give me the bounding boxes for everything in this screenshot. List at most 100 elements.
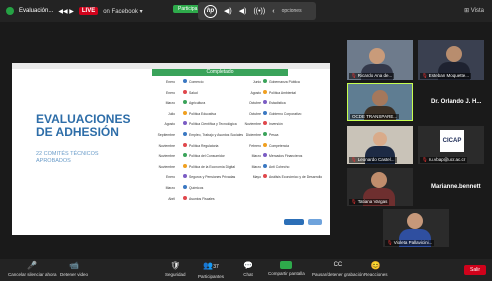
committee-row: Enero Seguros y Pensiones Privadas Mayo Aná…: [151, 172, 322, 183]
audio-icon[interactable]: ◀): [224, 7, 232, 15]
avatar: [369, 48, 385, 64]
organization-logo-2: [308, 219, 322, 225]
committee-row: Noviembre Política de la Economía Digital…: [151, 162, 321, 173]
committee-icon: [263, 142, 267, 147]
meeting-label: Evaluación...: [19, 8, 54, 14]
committee-icon: [183, 121, 187, 126]
committee-date: Noviembre: [158, 164, 175, 169]
committee-icon: [263, 110, 267, 115]
committee-icon: [183, 131, 187, 136]
committee-date: Noviembre: [158, 154, 175, 159]
slide-title: EVALUACIONES DE ADHESIÓN: [36, 112, 131, 139]
committee-icon: [263, 89, 267, 94]
committee-icon: [263, 131, 267, 136]
committee-name: Competencia: [269, 143, 289, 148]
slide-subtitle: 22 COMITÉS TÉCNICOS APROBADOS: [36, 151, 99, 164]
status-icon: [6, 7, 14, 15]
committee-row: Septiembre Empleo, Trabajo y Asuntos Soci…: [151, 130, 321, 141]
committee-date: Junio: [252, 80, 261, 84]
participant-name: 🎙Violeta Pallavicini...: [385, 240, 435, 246]
committee-date: Septiembre: [157, 132, 175, 137]
committee-name: Pesca: [269, 132, 279, 137]
committee-date: Enero: [165, 80, 175, 84]
committee-icon: [263, 121, 267, 126]
avatar: [373, 132, 387, 146]
committee-icon: [183, 163, 187, 168]
participant-tile[interactable]: CICAP 🎙ru.vbap@ucr.ac.cr: [418, 126, 484, 164]
leave-button[interactable]: Salir: [463, 265, 486, 275]
committee-date: Enero: [165, 175, 175, 180]
muted-mic-icon: 🎙: [422, 73, 428, 78]
cicap-logo: CICAP: [440, 130, 464, 152]
microphone-icon: 🎤: [27, 261, 38, 270]
reactions-button[interactable]: 😊 Reacciones: [364, 261, 388, 277]
unmute-button[interactable]: 🎤 Cancelar silenciar ahora: [8, 261, 57, 277]
shield-icon: 🛡: [170, 261, 181, 270]
playback-controls[interactable]: ◀◀ ▶: [58, 8, 74, 15]
volume-icon[interactable]: ◀): [239, 7, 247, 15]
muted-mic-icon: 🎙: [351, 199, 357, 204]
avatar: [446, 46, 462, 62]
stop-video-button[interactable]: 📹 Detener video: [60, 261, 88, 277]
committee-date: Noviembre: [244, 122, 261, 127]
view-button[interactable]: ⊞ Vista: [464, 7, 484, 14]
options-label[interactable]: opciones: [282, 8, 302, 14]
committee-name: Mercados Financieros: [269, 154, 303, 159]
committee-name: Política de la Economía Digital: [189, 164, 235, 169]
participant-tile[interactable]: 🎙Leonardo Castel...: [347, 126, 413, 164]
participant-tile[interactable]: 🎙Violeta Pallavicini...: [383, 209, 449, 247]
committee-icon: [183, 184, 187, 189]
meeting-controls: 🎤 Cancelar silenciar ahora 📹 Detener video…: [0, 259, 492, 281]
avatar: [372, 90, 388, 106]
record-button[interactable]: CC Pausar/detener grabación: [312, 261, 364, 277]
share-screen-icon: [280, 261, 293, 269]
committee-icon: [263, 153, 267, 158]
participant-name-card[interactable]: Marianne.bennett: [431, 184, 481, 190]
committee-date: Febrero: [249, 143, 261, 148]
participant-name: 🎙Esteban Moquette...: [420, 73, 471, 79]
committee-icon: [263, 163, 267, 168]
chat-icon: 💬: [243, 261, 253, 270]
chat-button[interactable]: 💬 Chat: [243, 261, 253, 277]
muted-mic-icon: 🎙: [351, 73, 357, 78]
security-button[interactable]: 🛡 Seguridad: [165, 261, 186, 277]
committee-name: Seguros y Pensiones Privadas: [189, 175, 236, 180]
committee-icon: [263, 100, 267, 105]
committee-icon: [263, 174, 267, 179]
platform-label[interactable]: on Facebook ▾: [103, 8, 142, 15]
committee-date: Agosto: [250, 90, 261, 95]
shared-slide: Completado EVALUACIONES DE ADHESIÓN 22 C…: [12, 63, 330, 235]
smiley-icon: 😊: [370, 261, 381, 270]
committee-date: Abril: [168, 196, 175, 201]
committee-name: Política Regulatoria: [189, 143, 219, 148]
committee-row: Noviembre Política del Consumidor Marzo Mer…: [151, 151, 321, 162]
people-icon: 👥37: [203, 261, 219, 270]
live-badge: LIVE: [78, 7, 99, 15]
committee-row: Agosto Política Científica y Tecnológica N…: [151, 119, 321, 130]
committee-name: Política del Consumidor: [189, 154, 225, 159]
committee-date: Marzo: [251, 164, 261, 169]
participant-name-card[interactable]: Dr. Orlando J. H...: [431, 99, 481, 105]
committee-date: Marzo: [165, 185, 175, 190]
participant-tile[interactable]: 🎙Esteban Moquette...: [418, 40, 484, 80]
participant-tile-active[interactable]: OCDE TRANSPARE...: [347, 83, 413, 121]
committee-icon: [183, 174, 187, 179]
committee-date: Diciembre: [245, 132, 261, 137]
committee-name: Anti Cohecho: [269, 164, 290, 169]
participant-tile[interactable]: 🎙Tatiana Vargas: [347, 168, 413, 206]
participant-name: 🎙Tatiana Vargas: [349, 199, 390, 205]
participant-gallery: 🎙Ricardo Ana de... 🎙Esteban Moquette... …: [347, 40, 492, 248]
committee-icon: [183, 79, 187, 83]
committee-name: Política Científica y Tecnológica: [189, 122, 237, 127]
committee-icon: [183, 153, 187, 158]
broadcast-icon[interactable]: ((•)): [253, 8, 265, 15]
committee-row: Marzo Agricultura Octubre Estadística: [151, 98, 321, 109]
committee-icon: [183, 89, 187, 94]
committee-date: Mayo: [252, 175, 261, 180]
participants-button[interactable]: 👥37 Participantes: [198, 261, 224, 279]
share-screen-button[interactable]: Compartir pantalla: [268, 261, 305, 276]
committee-date: Agosto: [164, 122, 175, 127]
participant-tile[interactable]: 🎙Ricardo Ana de...: [347, 40, 413, 80]
chevron-left-icon[interactable]: ‹: [272, 8, 274, 15]
committee-name: Estadística: [269, 101, 286, 106]
